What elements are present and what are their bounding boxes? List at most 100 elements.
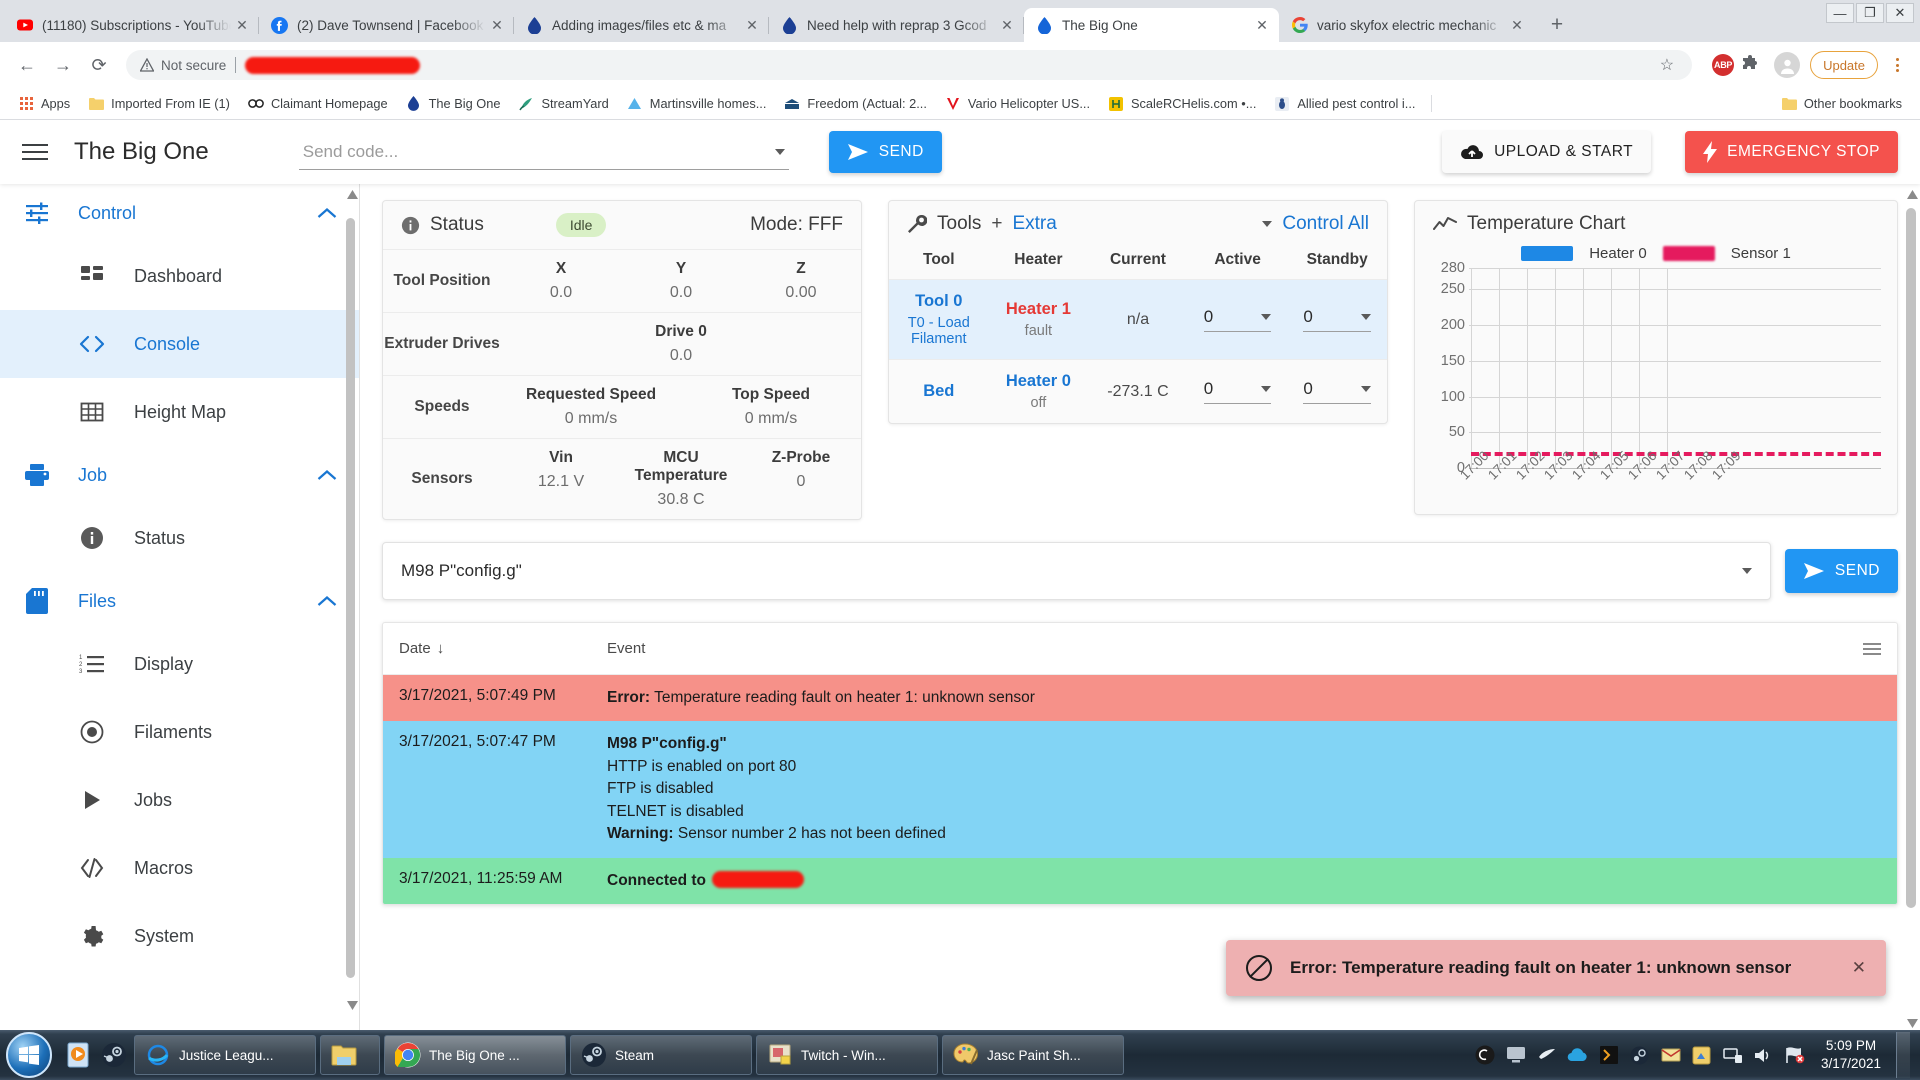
tool-name[interactable]: Bed [889, 382, 989, 401]
not-secure-indicator[interactable]: Not secure [140, 58, 226, 73]
sidebar-item-system[interactable]: System [0, 902, 359, 970]
adblock-icon[interactable]: ABP [1712, 54, 1735, 76]
chevron-down-icon[interactable] [1741, 568, 1752, 574]
chevron-down-icon[interactable] [1360, 386, 1371, 392]
bookmark-claimant-homepage[interactable]: Claimant Homepage [240, 92, 396, 116]
address-bar[interactable]: Not secure ☆ [126, 50, 1693, 80]
chevron-up-icon[interactable] [317, 469, 337, 482]
sidebar-item-dashboard[interactable]: Dashboard [0, 242, 359, 310]
active-temp-value[interactable]: 0 [1204, 307, 1213, 327]
tab-close-icon[interactable]: ✕ [1506, 14, 1528, 36]
standby-temp-value[interactable]: 0 [1303, 379, 1312, 399]
cmd-icon[interactable] [1598, 1044, 1620, 1066]
tab-close-icon[interactable]: ✕ [996, 14, 1018, 36]
steam-tray-icon[interactable] [1629, 1044, 1651, 1066]
log-header-date[interactable]: Date ↓ [399, 640, 607, 657]
avatar[interactable] [1774, 52, 1801, 78]
gcode-input[interactable]: M98 P"config.g" [382, 542, 1771, 600]
sidebar-item-filaments[interactable]: Filaments [0, 698, 359, 766]
console-send-button[interactable]: SEND [1784, 549, 1898, 593]
show-desktop-button[interactable] [1896, 1032, 1910, 1078]
bookmark-imported-from-ie[interactable]: Imported From IE (1) [80, 92, 238, 116]
logitech-icon[interactable] [1474, 1044, 1496, 1066]
heater-name[interactable]: Heater 1 [989, 300, 1089, 319]
other-bookmarks-button[interactable]: Other bookmarks [1774, 92, 1910, 115]
taskbar-window-explorer[interactable] [320, 1035, 380, 1075]
heater-cell[interactable]: Heater 0 off [989, 372, 1089, 411]
browser-tab[interactable]: vario skyfox electric mechanic ✕ [1279, 8, 1534, 42]
chevron-up-icon[interactable] [317, 207, 337, 220]
hamburger-icon[interactable] [22, 135, 56, 169]
browser-tab-active[interactable]: The Big One ✕ [1024, 8, 1279, 42]
sort-down-icon[interactable]: ↓ [437, 640, 445, 657]
sidebar-scrollbar-thumb[interactable] [346, 218, 355, 978]
taskbar-window-chrome[interactable]: The Big One ... [384, 1035, 566, 1075]
sidebar-group-control[interactable]: Control [0, 184, 359, 242]
tool-cell[interactable]: Tool 0 T0 - Load Filament [889, 292, 989, 347]
sidebar-item-status[interactable]: Status [0, 504, 359, 572]
bookmark-freedom[interactable]: Freedom (Actual: 2... [776, 92, 934, 116]
active-temp-value[interactable]: 0 [1204, 379, 1213, 399]
taskbar-window-steam[interactable]: Steam [570, 1035, 752, 1075]
emergency-stop-button[interactable]: EMERGENCY STOP [1685, 131, 1898, 173]
quick-launch-media-player[interactable] [60, 1036, 96, 1074]
active-temp-select[interactable]: 0 [1188, 379, 1288, 404]
legend-swatch-heater0[interactable] [1521, 246, 1574, 261]
tab-close-icon[interactable]: ✕ [231, 14, 253, 36]
taskbar-window-paintshop[interactable]: Jasc Paint Sh... [942, 1035, 1124, 1075]
chevron-down-icon[interactable] [1360, 314, 1371, 320]
network-icon[interactable] [1722, 1044, 1744, 1066]
forward-icon[interactable]: → [46, 48, 80, 82]
display-icon[interactable] [1505, 1044, 1527, 1066]
upload-start-button[interactable]: UPLOAD & START [1442, 131, 1652, 173]
volume-icon[interactable] [1753, 1044, 1775, 1066]
sidebar-item-height-map[interactable]: Height Map [0, 378, 359, 446]
app-icon[interactable] [1691, 1044, 1713, 1066]
chevron-down-icon[interactable] [1261, 386, 1272, 392]
legend-label-sensor1[interactable]: Sensor 1 [1731, 245, 1791, 262]
send-button[interactable]: SEND [828, 131, 942, 173]
action-center-icon[interactable] [1784, 1044, 1806, 1066]
sidebar-group-files[interactable]: Files [0, 572, 359, 630]
back-icon[interactable]: ← [10, 48, 44, 82]
tab-close-icon[interactable]: ✕ [486, 14, 508, 36]
taskbar-window-twitch[interactable]: Twitch - Win... [756, 1035, 938, 1075]
taskbar-clock[interactable]: 5:09 PM 3/17/2021 [1821, 1037, 1881, 1073]
add-tool-icon[interactable]: + [991, 213, 1002, 235]
update-button[interactable]: Update [1810, 51, 1878, 79]
gcode-input-value[interactable]: M98 P"config.g" [401, 561, 522, 581]
taskbar-window-ie[interactable]: Justice Leagu... [134, 1035, 316, 1075]
tool-sub[interactable]: T0 - Load Filament [889, 315, 989, 347]
sidebar-item-display[interactable]: 123 Display [0, 630, 359, 698]
bookmark-star-icon[interactable]: ☆ [1660, 55, 1678, 75]
browser-tab[interactable]: (2) Dave Townsend | Facebook ✕ [259, 8, 514, 42]
bookmark-the-big-one[interactable]: The Big One [398, 92, 509, 116]
bookmark-vario-helicopter[interactable]: Vario Helicopter US... [937, 92, 1098, 116]
quick-launch-steam[interactable] [96, 1036, 132, 1074]
tool-name[interactable]: Tool 0 [889, 292, 989, 311]
onedrive-icon[interactable] [1567, 1044, 1589, 1066]
bookmark-streamyard[interactable]: StreamYard [510, 92, 616, 116]
tab-close-icon[interactable]: ✕ [1251, 14, 1273, 36]
bookmark-martinsville-homes[interactable]: Martinsville homes... [619, 92, 775, 116]
browser-tab[interactable]: Need help with reprap 3 Gcod ✕ [769, 8, 1024, 42]
close-button[interactable]: ✕ [1886, 3, 1914, 23]
start-button[interactable] [6, 1032, 52, 1078]
browser-menu-icon[interactable] [1884, 58, 1910, 72]
list-menu-icon[interactable] [1863, 642, 1881, 655]
legend-label-heater0[interactable]: Heater 0 [1589, 245, 1647, 262]
sidebar-item-macros[interactable]: Macros [0, 834, 359, 902]
new-tab-button[interactable]: + [1540, 8, 1574, 42]
tab-close-icon[interactable]: ✕ [741, 14, 763, 36]
toast-close-icon[interactable]: ✕ [1852, 958, 1866, 978]
tool-cell[interactable]: Bed [889, 382, 989, 401]
sidebar-item-console[interactable]: Console [0, 310, 359, 378]
control-all-chevron-icon[interactable] [1262, 221, 1273, 227]
standby-temp-value[interactable]: 0 [1303, 307, 1312, 327]
content-scrollbar[interactable] [1906, 190, 1918, 1028]
control-all-link[interactable]: Control All [1282, 213, 1369, 235]
bookmark-allied-pest-control[interactable]: Allied pest control i... [1266, 92, 1423, 116]
tools-row-bed[interactable]: Bed Heater 0 off -273.1 C 0 0 [889, 359, 1387, 423]
sidebar-item-jobs[interactable]: Jobs [0, 766, 359, 834]
chevron-down-icon[interactable] [1261, 314, 1272, 320]
